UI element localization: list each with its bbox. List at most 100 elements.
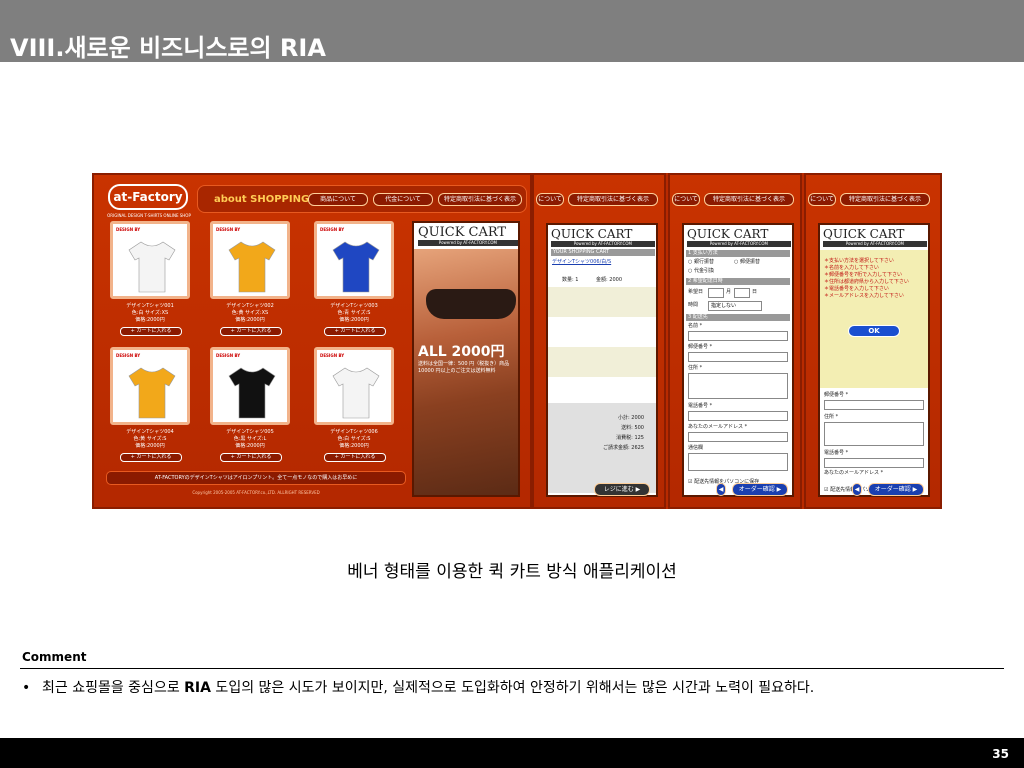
nav-legal-button[interactable]: 特定商取引法に基づく表示 xyxy=(840,193,930,206)
designer-badge: DESIGN BY xyxy=(320,353,345,358)
product-name: デザインTシャツ005 xyxy=(226,429,274,435)
quick-cart-powered: Powered by AT-FACTORY.COM xyxy=(823,241,927,247)
quick-cart-title: QUICK CART xyxy=(823,227,905,241)
tshirt-icon xyxy=(228,367,276,419)
tel-label: 電話番号 * xyxy=(688,403,713,409)
product-spec: 色:白 サイズ:S xyxy=(337,436,371,442)
designer-badge: DESIGN BY xyxy=(116,227,141,232)
validation-box: QUICK CART Powered by AT-FACTORY.COM ＊支払… xyxy=(818,223,930,497)
nav-legal-button[interactable]: 特定商取引法に基づく表示 xyxy=(704,193,794,206)
product-spec: 色:黄 サイズ:XS xyxy=(231,310,269,316)
nav-button[interactable]: について xyxy=(672,193,700,206)
quick-cart-title: QUICK CART xyxy=(418,225,507,240)
nav-button[interactable]: について xyxy=(536,193,564,206)
error-message: ＊郵便番号を7桁で入力して下さい xyxy=(824,272,903,278)
zip-field[interactable] xyxy=(688,352,788,362)
ok-button[interactable]: OK xyxy=(848,325,900,337)
time-label: 時間 xyxy=(688,302,699,308)
product-price: 価格:2000円 xyxy=(339,317,369,323)
product-thumbnail[interactable]: DESIGN BY xyxy=(110,221,190,299)
back-button[interactable]: ◀ xyxy=(716,483,726,496)
tel-field[interactable] xyxy=(824,458,924,468)
zip-field[interactable] xyxy=(824,400,924,410)
tshirt-icon xyxy=(228,241,276,293)
cart-panel-validation: について 特定商取引法に基づく表示 QUICK CART Powered by … xyxy=(804,173,942,509)
order-confirm-button[interactable]: オーダー確認 ▶ xyxy=(732,483,788,496)
nav-button[interactable]: について xyxy=(808,193,836,206)
comment-divider xyxy=(20,668,1004,669)
order-confirm-button[interactable]: オーダー確認 ▶ xyxy=(868,483,924,496)
quick-cart-powered: Powered by AT-FACTORY.COM xyxy=(687,241,791,247)
error-message: ＊メールアドレスを入力して下さい xyxy=(824,293,904,299)
quick-cart-title: QUICK CART xyxy=(551,227,633,241)
address-field[interactable] xyxy=(688,373,788,399)
add-to-cart-button[interactable]: + カートに入れる xyxy=(324,327,386,336)
quick-cart-banner[interactable]: QUICK CART Powered by AT-FACTORY.COM ALL… xyxy=(412,221,520,497)
address-field[interactable] xyxy=(824,422,924,446)
tshirt-icon xyxy=(128,367,176,419)
product-name: デザインTシャツ004 xyxy=(126,429,174,435)
designer-badge: DESIGN BY xyxy=(116,353,141,358)
tshirt-icon xyxy=(332,241,380,293)
add-to-cart-button[interactable]: + カートに入れる xyxy=(220,327,282,336)
product-thumbnail[interactable]: DESIGN BY xyxy=(210,221,290,299)
add-to-cart-button[interactable]: + カートに入れる xyxy=(120,327,182,336)
bullet-icon: • xyxy=(22,680,31,696)
nav-legal-button[interactable]: 特定商取引法に基づく表示 xyxy=(438,193,522,206)
month-label: 月 xyxy=(726,289,732,295)
day-label: 日 xyxy=(752,289,758,295)
designer-badge: DESIGN BY xyxy=(216,227,241,232)
product-name: デザインTシャツ001 xyxy=(126,303,174,309)
name-field[interactable] xyxy=(688,331,788,341)
add-to-cart-button[interactable]: + カートに入れる xyxy=(324,453,386,462)
cart-panel-cart: について 特定商取引法に基づく表示 QUICK CART Powered by … xyxy=(532,173,666,509)
product-info: デザインTシャツ006 色:白 サイズ:S 価格:2000円 xyxy=(314,429,394,450)
comment-part: 최근 쇼핑몰을 중심으로 xyxy=(42,680,185,696)
add-to-cart-button[interactable]: + カートに入れる xyxy=(120,453,182,462)
footer-bar: 35 xyxy=(0,738,1024,768)
month-field[interactable] xyxy=(708,288,724,298)
product-thumbnail[interactable]: DESIGN BY xyxy=(110,347,190,425)
cart-stripe xyxy=(548,287,656,317)
product-price: 価格:2000円 xyxy=(135,317,165,323)
shop-screenshot: at-Factory ORIGINAL DESIGN T-SHIRTS ONLI… xyxy=(92,173,942,509)
nav-products-button[interactable]: 商品について xyxy=(308,193,368,206)
product-thumbnail[interactable]: DESIGN BY xyxy=(314,221,394,299)
checkout-button[interactable]: レジに進む ▶ xyxy=(594,483,650,496)
add-to-cart-button[interactable]: + カートに入れる xyxy=(220,453,282,462)
back-button[interactable]: ◀ xyxy=(852,483,862,496)
error-message: ＊住所は都道府県から入力して下さい xyxy=(824,279,909,285)
product-name: デザインTシャツ002 xyxy=(226,303,274,309)
copyright: Copyright 2005-2005 AT-FACTORY.co.,LTD. … xyxy=(192,490,320,495)
quick-cart-powered: Powered by AT-FACTORY.COM xyxy=(418,240,518,246)
product-thumbnail[interactable]: DESIGN BY xyxy=(210,347,290,425)
figure-caption: 베너 형태를 이용한 퀵 카트 방식 애플리케이션 xyxy=(347,562,677,582)
product-name: デザインTシャツ003 xyxy=(330,303,378,309)
comment-label: Comment xyxy=(22,650,87,664)
product-info: デザインTシャツ001 色:白 サイズ:XS 価格:2000円 xyxy=(110,303,190,324)
nav-legal-button[interactable]: 特定商取引法に基づく表示 xyxy=(568,193,658,206)
pay-option-2[interactable]: ○ 郵便振替 xyxy=(734,259,760,266)
pay-option-1[interactable]: ○ 銀行振替 xyxy=(688,259,714,266)
page-number: 35 xyxy=(992,747,1009,761)
section-ship-to: 3 配送先 xyxy=(686,314,790,321)
note-field[interactable] xyxy=(688,453,788,471)
zip-label: 郵便番号 * xyxy=(824,392,849,398)
tel-label: 電話番号 * xyxy=(824,450,849,456)
tel-field[interactable] xyxy=(688,411,788,421)
time-select[interactable]: 指定しない xyxy=(708,301,762,311)
cart-qty: 数量: 1 xyxy=(562,277,579,283)
day-field[interactable] xyxy=(734,288,750,298)
cart-subtotal: 小計: 2000 xyxy=(618,415,644,421)
email-field[interactable] xyxy=(688,432,788,442)
product-name: デザインTシャツ006 xyxy=(330,429,378,435)
tshirt-icon xyxy=(332,367,380,419)
pay-option-3[interactable]: ○ 代金引換 xyxy=(688,268,714,275)
cart-stripe xyxy=(548,347,656,377)
shipping-note: 送料は全国一律：500 円（税抜き）商品 10000 円以上のご注文は送料無料 xyxy=(418,361,510,374)
tshirt-icon xyxy=(128,241,176,293)
nav-payment-button[interactable]: 代金について xyxy=(373,193,433,206)
cart-item-link[interactable]: デザインTシャツ006/白/S xyxy=(552,259,611,266)
product-thumbnail[interactable]: DESIGN BY xyxy=(314,347,394,425)
about-shopping-link[interactable]: about SHOPPING ► xyxy=(214,194,320,205)
